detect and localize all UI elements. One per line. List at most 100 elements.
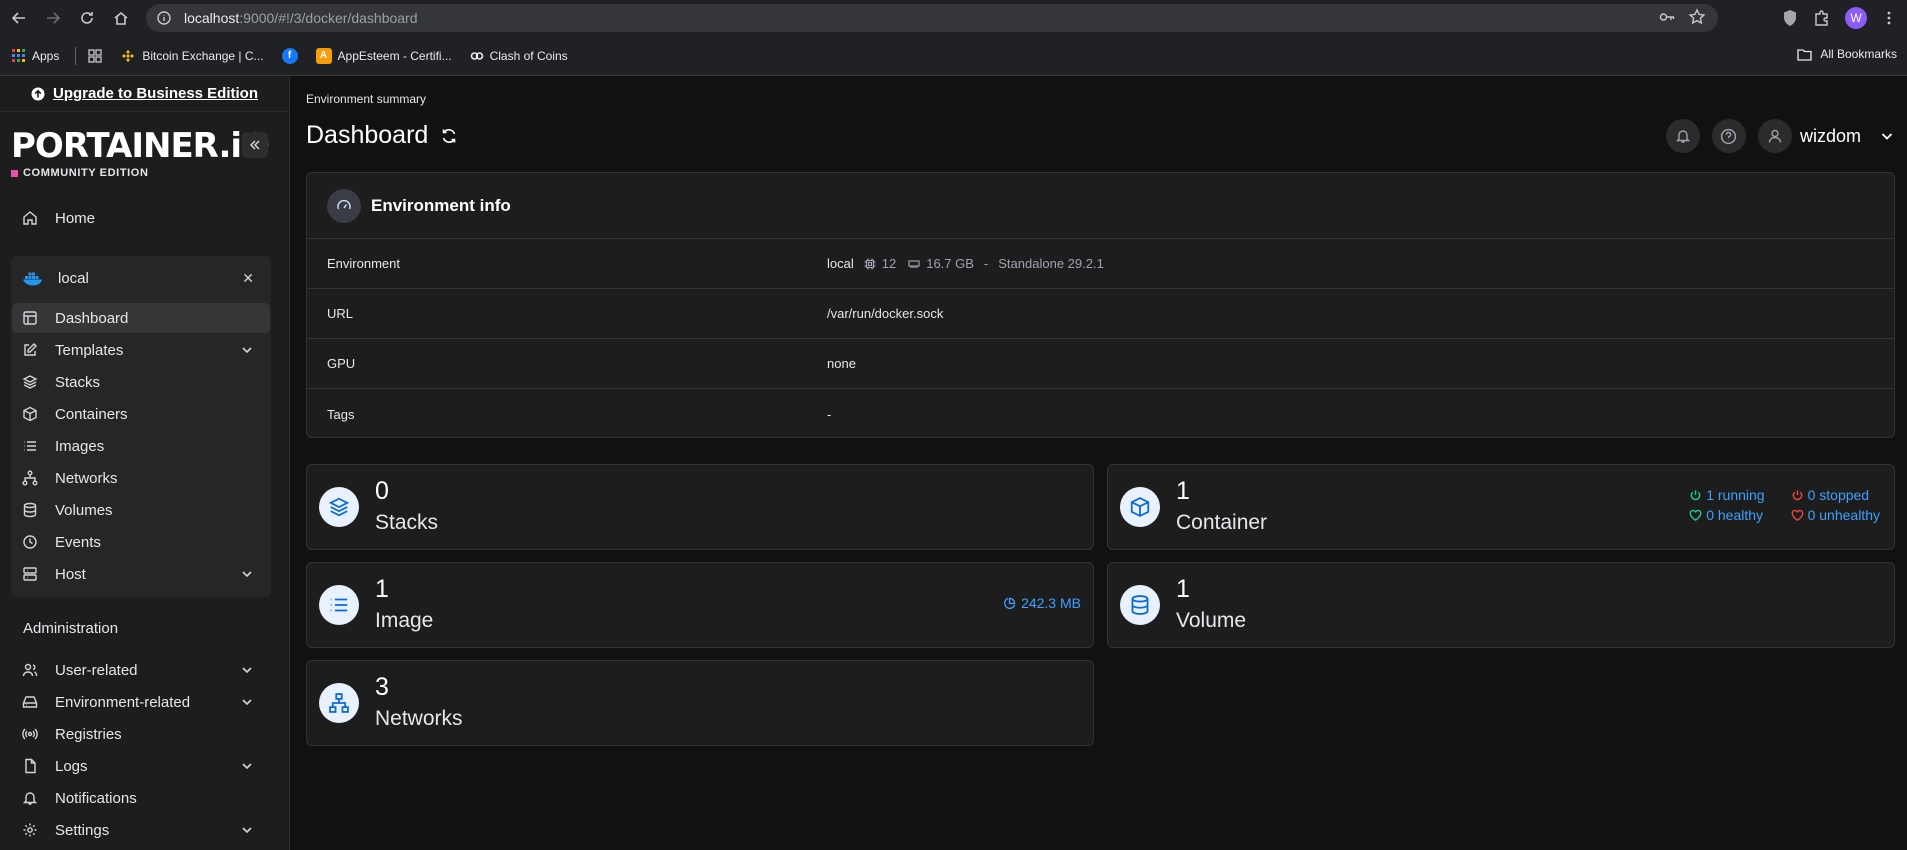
sidebar-item-dashboard[interactable]: Dashboard [12,303,270,333]
sidebar-item-notifications[interactable]: Notifications [12,783,270,813]
sidebar-item-label: Settings [55,821,110,839]
chevron-down-icon[interactable] [240,823,254,837]
close-environment-icon[interactable]: ✕ [242,270,254,287]
bookmark-clash-of-coins[interactable]: Clash of Coins [464,45,574,67]
sidebar-item-host[interactable]: Host [12,559,270,589]
sidebar-item-label: Dashboard [55,309,129,327]
sidebar-item-label: Templates [55,341,124,359]
chevron-down-icon[interactable] [240,343,254,357]
browser-toolbar: localhost:9000/#!/3/docker/dashboard W [0,0,1907,36]
pie-chart-icon [1003,597,1016,610]
containers-card[interactable]: 1 Container 1 running 0 stopped 0 health… [1107,464,1895,550]
url-text: localhost:9000/#!/3/docker/dashboard [184,10,418,26]
profile-avatar[interactable]: W [1845,7,1867,29]
list-icon [319,585,359,625]
bookmark-apps[interactable]: Apps [6,45,65,67]
clock-icon [22,534,40,550]
main-content: Environment summary Dashboard wizdom Env… [290,76,1907,850]
sidebar-item-logs[interactable]: Logs [12,751,270,781]
images-size: 242.3 MB [1003,595,1081,611]
bookmark-star-icon[interactable] [1688,8,1706,26]
bookmark-appesteem[interactable]: A AppEsteem - Certifi... [310,44,458,68]
cpu-count: 12 [881,256,897,271]
images-card[interactable]: 1 Image 242.3 MB [306,562,1094,648]
bookmark-label: Clash of Coins [489,48,568,63]
upgrade-link[interactable]: Upgrade to Business Edition [0,76,289,112]
bell-icon [1675,128,1691,144]
bookmark-facebook[interactable]: f [276,44,304,68]
sidebar-item-templates[interactable]: Templates [12,335,270,365]
chevrons-left-icon [248,138,262,152]
refresh-icon[interactable] [440,127,458,145]
running-status: 1 running [1689,487,1765,503]
sidebar-item-networks[interactable]: Networks [12,463,270,493]
page-title-text: Dashboard [306,121,429,149]
layers-icon [22,374,40,390]
layers-icon [319,487,359,527]
hdd-icon [22,694,40,710]
bookmark-divider [75,46,77,65]
help-button[interactable] [1711,119,1746,153]
sidebar-item-home[interactable]: Home [12,203,270,233]
info-value: none [827,356,856,371]
chevron-down-icon[interactable] [240,567,254,581]
networks-label: Networks [375,707,463,730]
site-info-icon[interactable] [156,10,172,26]
stacks-card[interactable]: 0 Stacks [306,464,1094,550]
reload-icon[interactable] [72,3,102,33]
sidebar-item-user-related[interactable]: User-related [12,655,270,685]
home-icon[interactable] [106,3,136,33]
extensions-puzzle-icon[interactable] [1813,9,1831,27]
folder-icon [1797,48,1812,61]
networks-card[interactable]: 3 Networks [306,660,1094,746]
forward-icon[interactable] [38,3,68,33]
apps-grid-icon [12,48,26,63]
chevron-down-icon[interactable] [240,695,254,709]
sidebar-item-events[interactable]: Events [12,527,270,557]
stopped-count: 0 stopped [1807,487,1870,503]
edit-icon [22,342,40,358]
administration-heading: Administration [23,620,119,637]
sidebar-item-settings[interactable]: Settings [12,815,270,845]
environment-info-title: Environment info [371,195,511,215]
sidebar-item-label: Networks [55,469,118,487]
sidebar-item-containers[interactable]: Containers [12,399,270,429]
stacks-count: 0 [375,477,389,505]
database-icon [22,502,40,518]
sidebar-item-images[interactable]: Images [12,431,270,461]
chevron-down-icon[interactable] [240,759,254,773]
gear-icon [22,822,40,838]
bookmark-tab-groups[interactable] [82,45,108,67]
username[interactable]: wizdom [1800,126,1861,147]
back-icon[interactable] [4,3,34,33]
notifications-button[interactable] [1665,119,1700,153]
breadcrumb: Environment summary [306,92,427,106]
all-bookmarks[interactable]: All Bookmarks [1797,47,1897,61]
volumes-count: 1 [1176,575,1190,603]
collapse-sidebar-button[interactable] [242,132,268,158]
sidebar-item-volumes[interactable]: Volumes [12,495,270,525]
portainer-logo[interactable]: PORTAINER.iO [11,126,270,166]
healthy-status: 0 healthy [1689,507,1764,523]
environment-info-header: Environment info [307,173,1894,239]
images-count: 1 [375,575,389,603]
browser-menu-icon[interactable] [1881,10,1897,26]
sidebar-item-stacks[interactable]: Stacks [12,367,270,397]
header-actions: wizdom [1665,119,1895,153]
user-avatar[interactable] [1757,119,1792,153]
bookmark-bitcoin-exchange[interactable]: Bitcoin Exchange | C... [114,44,269,68]
sidebar-item-environment-related[interactable]: Environment-related [12,687,270,717]
arrow-up-circle-icon [31,87,45,101]
healthy-count: 0 healthy [1706,507,1764,523]
volumes-card[interactable]: 1 Volume [1107,562,1895,648]
sidebar-item-label: Events [55,533,101,551]
sidebar-item-registries[interactable]: Registries [12,719,270,749]
sidebar-item-label: Registries [55,725,122,743]
password-key-icon[interactable] [1658,8,1676,26]
sidebar-item-label: Containers [55,405,128,423]
separator: - [983,256,989,271]
address-bar[interactable]: localhost:9000/#!/3/docker/dashboard [146,4,1718,32]
chevron-down-icon[interactable] [240,663,254,677]
shield-extension-icon[interactable] [1781,9,1799,27]
user-menu-chevron-down-icon[interactable] [1879,128,1895,144]
